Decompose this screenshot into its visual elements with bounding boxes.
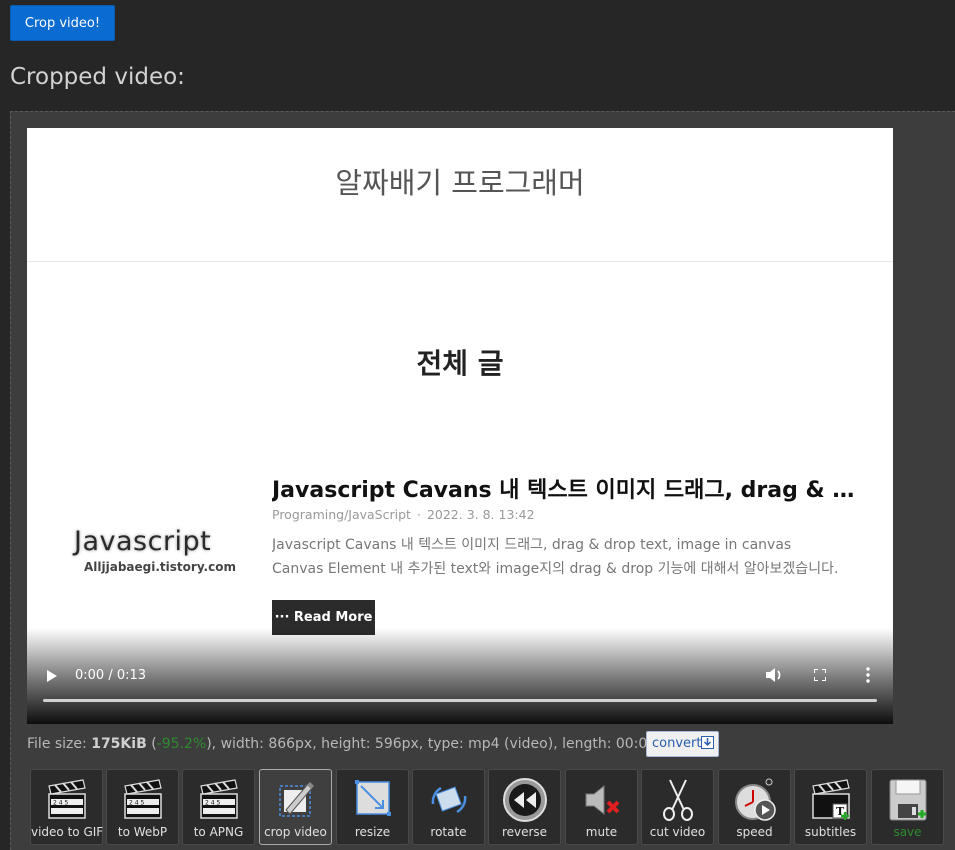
blog-title: 알짜배기 프로그래머 <box>335 166 585 200</box>
video-player[interactable]: 알짜배기 프로그래머 전체 글 Javascript Alljjabaegi.t… <box>27 128 893 724</box>
volume-icon[interactable] <box>764 666 784 684</box>
rotate-icon <box>431 786 466 814</box>
tool-label: speed <box>736 825 773 839</box>
progress-bar[interactable] <box>43 699 877 702</box>
fullscreen-icon[interactable] <box>814 669 826 681</box>
size-reduction: -95.2% <box>156 736 207 752</box>
tool-label: resize <box>354 825 391 839</box>
tool-label: video to GIF <box>31 825 104 839</box>
tool-save[interactable]: save <box>871 769 944 845</box>
tool-label: rotate <box>430 825 467 839</box>
thumbnail-subtitle: Alljjabaegi.tistory.com <box>84 560 236 574</box>
file-size: 175KiB <box>91 736 147 752</box>
post-category: Programing/JavaScript <box>272 507 411 522</box>
header-divider <box>27 261 893 262</box>
tool-resize[interactable]: resize <box>336 769 409 845</box>
crop-icon <box>278 782 314 817</box>
subtitles-icon: T <box>811 779 850 820</box>
tool-label: reverse <box>501 825 548 839</box>
tool-mute[interactable]: mute <box>565 769 638 845</box>
tool-label: subtitles <box>804 825 857 839</box>
crop-video-button[interactable]: Crop video! <box>10 5 115 41</box>
excerpt-line: Javascript Cavans 내 텍스트 이미지 드래그, drag & … <box>272 537 792 553</box>
tool-label: mute <box>585 825 618 839</box>
tool-label: crop video <box>264 825 327 839</box>
post-excerpt: Javascript Cavans 내 텍스트 이미지 드래그, drag & … <box>272 534 852 581</box>
tool-label: to WebP <box>117 825 168 839</box>
tool-reverse[interactable]: reverse <box>488 769 561 845</box>
post-date: 2022. 3. 8. 13:42 <box>426 507 535 522</box>
svg-text:2 4 5: 2 4 5 <box>205 800 220 807</box>
clapperboard-icon: 2 4 5 <box>47 779 86 819</box>
excerpt-line: Canvas Element 내 추가된 text와 image지의 drag … <box>272 560 839 577</box>
svg-text:2 4 5: 2 4 5 <box>53 800 68 807</box>
file-info: File size: 175KiB (-95.2%), width: 866px… <box>27 736 679 752</box>
section-title: Cropped video: <box>10 64 185 90</box>
post-thumbnail: Javascript Alljjabaegi.tistory.com <box>69 526 236 586</box>
rewind-icon <box>502 778 547 822</box>
post-title: Javascript Cavans 내 텍스트 이미지 드래그, drag & … <box>272 478 857 503</box>
tool-label: to APNG <box>193 825 244 839</box>
tool-speed[interactable]: speed <box>718 769 791 845</box>
post-meta: Programing/JavaScript · 2022. 3. 8. 13:42 <box>272 507 535 522</box>
convert-button[interactable]: convert <box>646 731 719 757</box>
resize-icon <box>354 780 391 816</box>
clapperboard-icon: 2 4 5 <box>123 779 162 819</box>
time-display: 0:00 / 0:13 <box>75 668 147 683</box>
stopwatch-icon <box>734 778 776 821</box>
category-heading: 전체 글 <box>416 347 504 380</box>
thumbnail-title: Javascript <box>74 526 212 557</box>
tool-label: cut video <box>649 825 706 839</box>
tool-to-webp[interactable]: 2 4 5 to WebP <box>106 769 179 845</box>
video-controls: 0:00 / 0:13 <box>27 628 893 724</box>
floppy-disk-icon <box>889 779 926 821</box>
svg-text:2 4 5: 2 4 5 <box>129 800 144 807</box>
download-icon <box>701 736 714 749</box>
play-icon[interactable] <box>47 670 57 682</box>
tool-subtitles[interactable]: T subtitles <box>794 769 867 845</box>
tool-crop-video[interactable]: crop video <box>259 769 332 845</box>
tool-label: save <box>893 825 922 839</box>
tool-cut-video[interactable]: cut video <box>641 769 714 845</box>
clapperboard-icon: 2 4 5 <box>199 779 238 819</box>
more-options-icon[interactable] <box>865 667 871 683</box>
scissors-icon <box>662 779 693 821</box>
tool-video-to-gif[interactable]: 2 4 5 video to GIF <box>30 769 103 845</box>
tool-rotate[interactable]: rotate <box>412 769 485 845</box>
mute-icon <box>585 784 619 816</box>
tool-to-apng[interactable]: 2 4 5 to APNG <box>182 769 255 845</box>
